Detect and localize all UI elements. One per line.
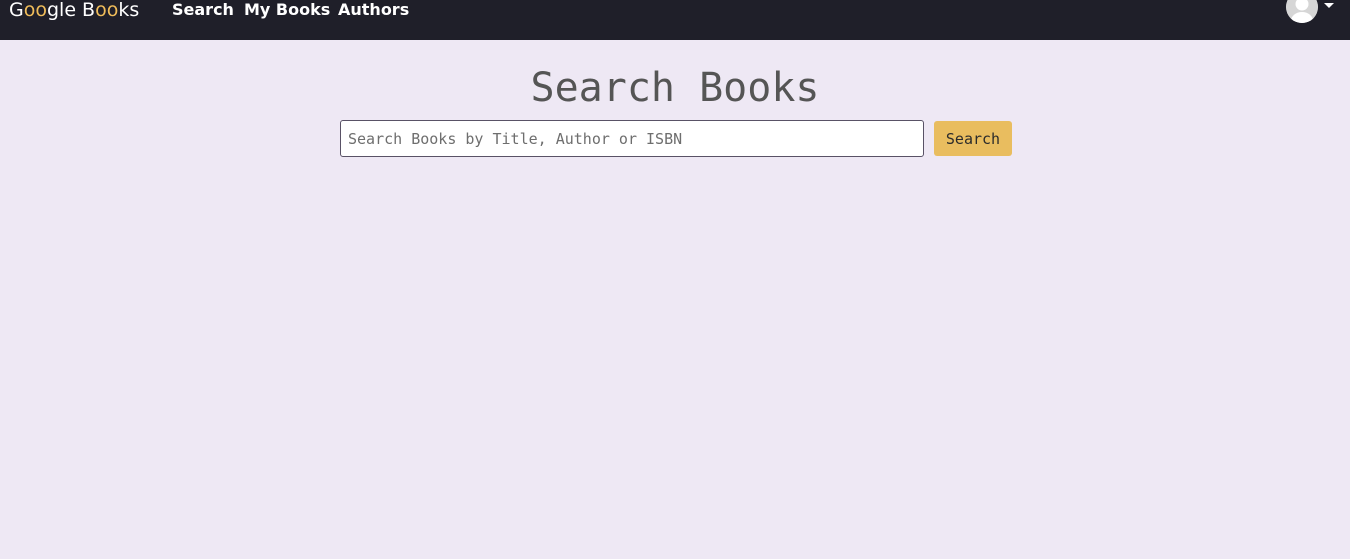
nav-link-my-books[interactable]: My Books xyxy=(244,0,330,22)
user-avatar-icon xyxy=(1286,0,1318,23)
search-button[interactable]: Search xyxy=(934,121,1012,156)
page-title: Search Books xyxy=(530,65,820,111)
user-menu-toggle[interactable] xyxy=(1286,0,1338,23)
brand-text-part: ks xyxy=(118,0,140,21)
brand-text-part: G xyxy=(9,0,24,21)
brand-text-accent: oo xyxy=(95,0,119,21)
caret-down-icon xyxy=(1324,3,1334,8)
brand-logo[interactable]: Google Books xyxy=(9,0,139,22)
top-navbar: Google Books Search My Books Authors xyxy=(0,0,1350,40)
user-silhouette-icon xyxy=(1286,0,1318,23)
search-input[interactable] xyxy=(340,120,924,157)
brand-text-part: gle B xyxy=(46,0,96,21)
brand-text-accent: oo xyxy=(23,0,47,21)
nav-link-search[interactable]: Search xyxy=(172,0,234,22)
nav-link-authors[interactable]: Authors xyxy=(338,0,409,22)
